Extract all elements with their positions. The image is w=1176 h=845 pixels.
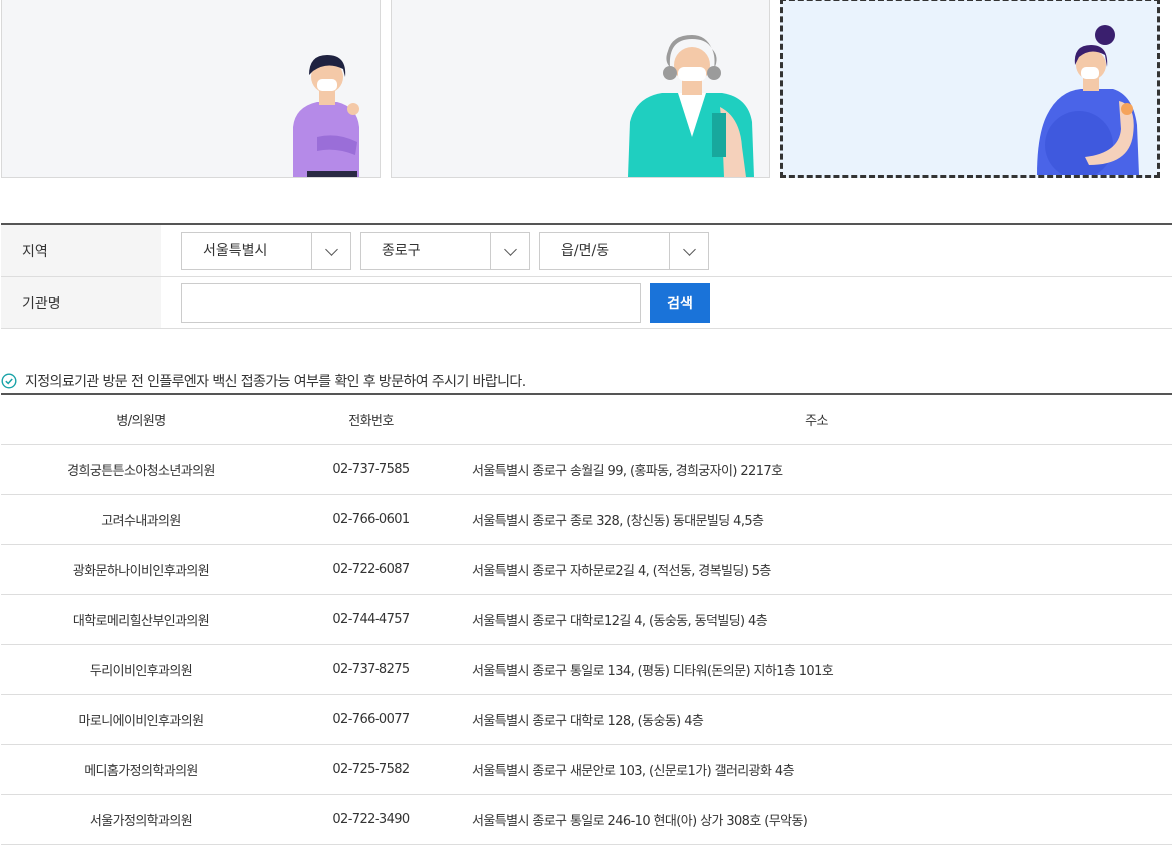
institution-name: 광화문하나이비인후과의원 (1, 544, 281, 595)
column-header-name: 병/의원명 (1, 394, 281, 445)
institution-table: 병/의원명 전화번호 주소 경희궁튼튼소아청소년과의원 02-737-7585 … (1, 393, 1172, 845)
elderly-illustration (628, 35, 754, 177)
town-select[interactable]: 읍/면/동 (539, 232, 709, 270)
institution-name: 대학로메리힐산부인과의원 (1, 594, 281, 645)
institution-address: 서울특별시 종로구 대학로12길 4, (동숭동, 동덕빌딩) 4층 (461, 594, 1172, 645)
card-child[interactable] (1, 0, 381, 178)
institution-name-input[interactable] (181, 283, 641, 323)
town-select-value: 읍/면/동 (561, 243, 610, 259)
region-row: 지역 서울특별시 종로구 읍/면/동 (1, 225, 1172, 277)
pregnant-woman-illustration (1037, 25, 1139, 175)
institution-address: 서울특별시 종로구 통일로 246-10 현대(아) 상가 308호 (무악동) (461, 794, 1172, 845)
table-row[interactable]: 경희궁튼튼소아청소년과의원 02-737-7585 서울특별시 종로구 송월길 … (1, 444, 1172, 495)
city-select-value: 서울특별시 (203, 243, 268, 259)
institution-address: 서울특별시 종로구 자하문로2길 4, (적선동, 경복빌딩) 5층 (461, 544, 1172, 595)
table-row[interactable]: 대학로메리힐산부인과의원 02-744-4757 서울특별시 종로구 대학로12… (1, 594, 1172, 645)
card-elderly[interactable] (391, 0, 770, 178)
child-illustration (293, 55, 359, 177)
chevron-down-icon[interactable] (311, 233, 350, 269)
table-row[interactable]: 두리이비인후과의원 02-737-8275 서울특별시 종로구 통일로 134,… (1, 644, 1172, 695)
institution-address: 서울특별시 종로구 통일로 134, (평동) 디타워(돈의문) 지하1층 10… (461, 644, 1172, 695)
card-pregnant-woman[interactable] (780, 0, 1160, 178)
table-row[interactable]: 서울가정의학과의원 02-722-3490 서울특별시 종로구 통일로 246-… (1, 794, 1172, 845)
institution-row: 기관명 검색 (1, 277, 1172, 329)
institution-phone: 02-722-6087 (281, 544, 461, 595)
notice-text: 지정의료기관 방문 전 인플루엔자 백신 접종가능 여부를 확인 후 방문하여 … (25, 374, 526, 390)
institution-phone: 02-744-4757 (281, 594, 461, 645)
institution-name: 경희궁튼튼소아청소년과의원 (1, 444, 281, 495)
institution-label: 기관명 (1, 277, 161, 328)
institution-phone: 02-722-3490 (281, 794, 461, 845)
institution-phone: 02-737-7585 (281, 444, 461, 495)
institution-phone: 02-737-8275 (281, 644, 461, 695)
district-select-value: 종로구 (382, 243, 421, 259)
institution-phone: 02-766-0077 (281, 694, 461, 745)
notice: 지정의료기관 방문 전 인플루엔자 백신 접종가능 여부를 확인 후 방문하여 … (1, 371, 526, 391)
city-select[interactable]: 서울특별시 (181, 232, 351, 270)
district-select[interactable]: 종로구 (360, 232, 530, 270)
table-header-row: 병/의원명 전화번호 주소 (1, 394, 1172, 445)
institution-phone: 02-725-7582 (281, 744, 461, 795)
institution-phone: 02-766-0601 (281, 494, 461, 545)
search-filter: 지역 서울특별시 종로구 읍/면/동 기관명 검색 (1, 223, 1172, 329)
table-row[interactable]: 광화문하나이비인후과의원 02-722-6087 서울특별시 종로구 자하문로2… (1, 544, 1172, 595)
institution-name: 고려수내과의원 (1, 494, 281, 545)
institution-name: 두리이비인후과의원 (1, 644, 281, 695)
target-group-cards (0, 0, 1176, 180)
table-row[interactable]: 고려수내과의원 02-766-0601 서울특별시 종로구 종로 328, (창… (1, 494, 1172, 545)
chevron-down-icon[interactable] (490, 233, 529, 269)
institution-name: 마로니에이비인후과의원 (1, 694, 281, 745)
institution-address: 서울특별시 종로구 대학로 128, (동숭동) 4층 (461, 694, 1172, 745)
institution-name: 서울가정의학과의원 (1, 794, 281, 845)
institution-name: 메디홈가정의학과의원 (1, 744, 281, 795)
check-circle-icon (1, 373, 17, 389)
column-header-address: 주소 (461, 394, 1172, 445)
table-row[interactable]: 마로니에이비인후과의원 02-766-0077 서울특별시 종로구 대학로 12… (1, 694, 1172, 745)
search-button[interactable]: 검색 (650, 283, 710, 323)
institution-address: 서울특별시 종로구 새문안로 103, (신문로1가) 갤러리광화 4층 (461, 744, 1172, 795)
institution-address: 서울특별시 종로구 종로 328, (창신동) 동대문빌딩 4,5층 (461, 494, 1172, 545)
chevron-down-icon[interactable] (669, 233, 708, 269)
region-label: 지역 (1, 225, 161, 276)
institution-address: 서울특별시 종로구 송월길 99, (홍파동, 경희궁자이) 2217호 (461, 444, 1172, 495)
column-header-phone: 전화번호 (281, 394, 461, 445)
table-row[interactable]: 메디홈가정의학과의원 02-725-7582 서울특별시 종로구 새문안로 10… (1, 744, 1172, 795)
